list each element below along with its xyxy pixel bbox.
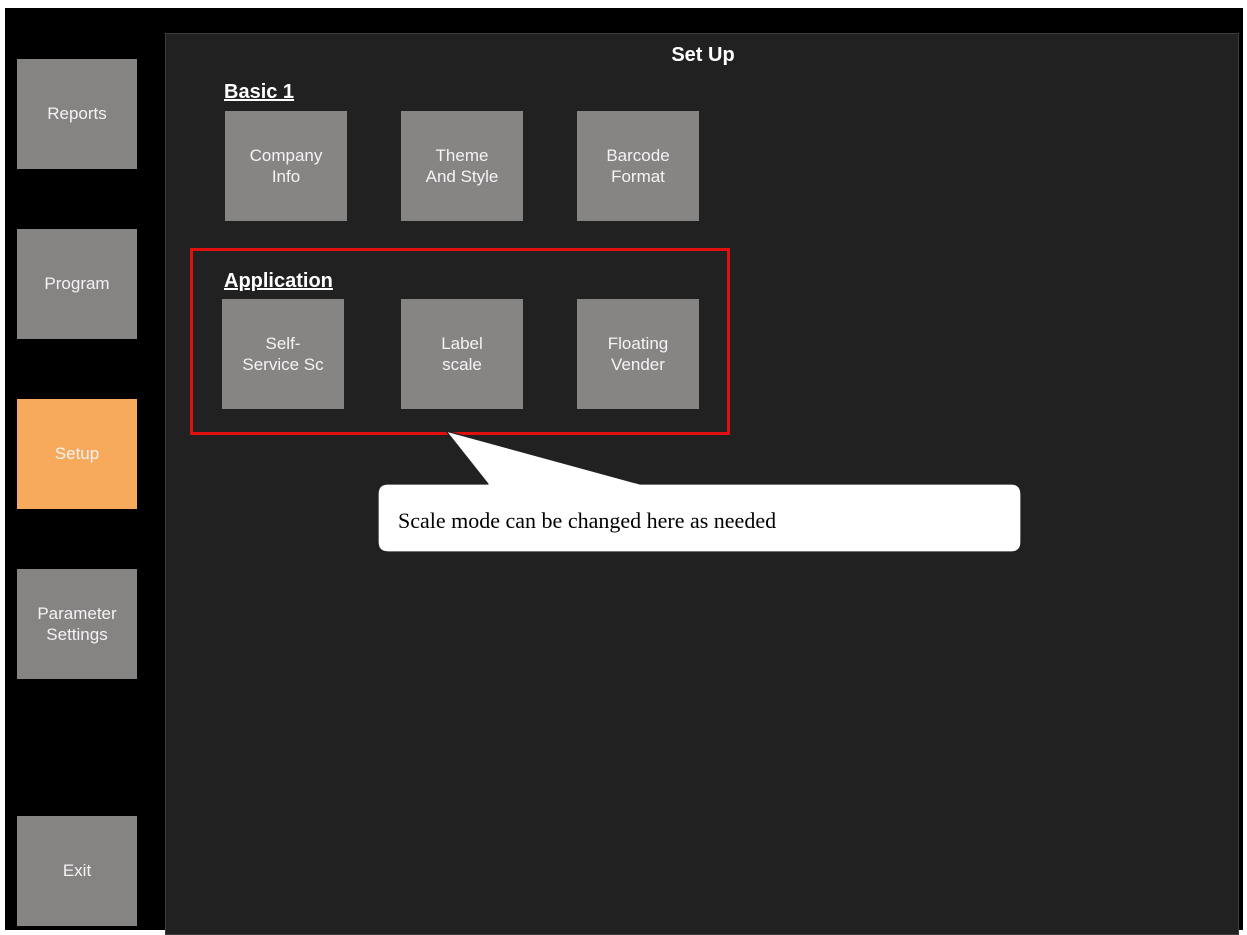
screen: Reports Program Setup Parameter Settings…	[0, 0, 1247, 935]
floating-vender-button[interactable]: Floating Vender	[577, 299, 699, 409]
page-title: Set Up	[671, 44, 735, 66]
section-label-basic: Basic 1	[224, 81, 295, 103]
section-label-application: Application	[224, 270, 333, 292]
sidebar-item-program[interactable]: Program	[17, 229, 137, 339]
sidebar-item-reports[interactable]: Reports	[17, 59, 137, 169]
self-service-scale-button[interactable]: Self- Service Sc	[222, 299, 344, 409]
sidebar-item-setup[interactable]: Setup	[17, 399, 137, 509]
label-scale-button[interactable]: Label scale	[401, 299, 523, 409]
main-panel: Set Up Basic 1 Company Info Theme And St…	[165, 33, 1239, 935]
theme-and-style-button[interactable]: Theme And Style	[401, 111, 523, 221]
company-info-button[interactable]: Company Info	[225, 111, 347, 221]
barcode-format-button[interactable]: Barcode Format	[577, 111, 699, 221]
app-window: Reports Program Setup Parameter Settings…	[5, 8, 1243, 935]
exit-button[interactable]: Exit	[17, 816, 137, 926]
sidebar-item-parameter-settings[interactable]: Parameter Settings	[17, 569, 137, 679]
callout-text: Scale mode can be changed here as needed	[398, 508, 777, 533]
